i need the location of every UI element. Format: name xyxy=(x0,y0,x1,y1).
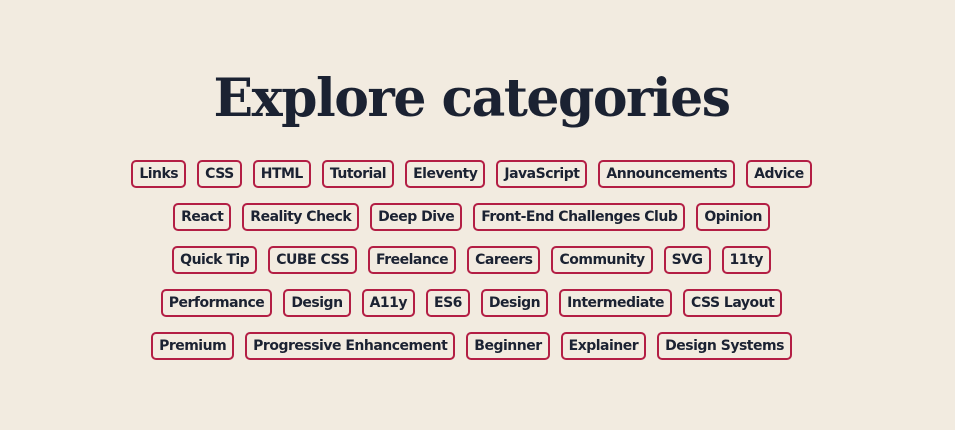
category-tag[interactable]: Links xyxy=(131,160,187,188)
category-tag[interactable]: Community xyxy=(551,246,653,274)
category-tag[interactable]: Progressive Enhancement xyxy=(245,332,456,360)
category-tag[interactable]: Announcements xyxy=(598,160,736,188)
category-tag[interactable]: Premium xyxy=(151,332,235,360)
category-tag[interactable]: Intermediate xyxy=(559,289,672,317)
tag-row: Performance Design A11y ES6 Design Inter… xyxy=(0,289,943,317)
category-tag[interactable]: Opinion xyxy=(696,203,770,231)
tag-row: Quick Tip CUBE CSS Freelance Careers Com… xyxy=(0,246,943,274)
category-tag[interactable]: Front-End Challenges Club xyxy=(473,203,686,231)
category-tag[interactable]: CUBE CSS xyxy=(268,246,358,274)
category-tag[interactable]: 11ty xyxy=(721,246,771,274)
category-tag[interactable]: SVG xyxy=(663,246,711,274)
category-tag[interactable]: Design Systems xyxy=(657,332,792,360)
page-title: Explore categories xyxy=(213,68,731,129)
category-tag[interactable]: Eleventy xyxy=(405,160,486,188)
tag-row: Links CSS HTML Tutorial Eleventy JavaScr… xyxy=(0,160,943,188)
category-tag[interactable]: Explainer xyxy=(560,332,647,360)
category-tag[interactable]: React xyxy=(173,203,232,231)
category-tag[interactable]: Beginner xyxy=(466,332,550,360)
category-tag[interactable]: CSS Layout xyxy=(682,289,783,317)
category-tag[interactable]: Advice xyxy=(746,160,812,188)
category-tag[interactable]: Careers xyxy=(467,246,541,274)
category-tag[interactable]: HTML xyxy=(252,160,311,188)
category-tag-list: Links CSS HTML Tutorial Eleventy JavaScr… xyxy=(0,160,943,375)
category-tag[interactable]: JavaScript xyxy=(496,160,588,188)
category-tag[interactable]: ES6 xyxy=(426,289,470,317)
category-tag[interactable]: A11y xyxy=(361,289,416,317)
category-tag[interactable]: CSS xyxy=(197,160,242,188)
tag-row: React Reality Check Deep Dive Front-End … xyxy=(0,203,943,231)
category-tag[interactable]: Freelance xyxy=(368,246,457,274)
category-tag[interactable]: Reality Check xyxy=(242,203,360,231)
category-tag[interactable]: Deep Dive xyxy=(370,203,463,231)
category-tag[interactable]: Performance xyxy=(160,289,273,317)
tag-row: Premium Progressive Enhancement Beginner… xyxy=(0,332,943,360)
category-tag[interactable]: Quick Tip xyxy=(172,246,258,274)
category-tag[interactable]: Design xyxy=(283,289,351,317)
category-tag[interactable]: Design xyxy=(480,289,549,317)
category-tag[interactable]: Tutorial xyxy=(321,160,395,188)
